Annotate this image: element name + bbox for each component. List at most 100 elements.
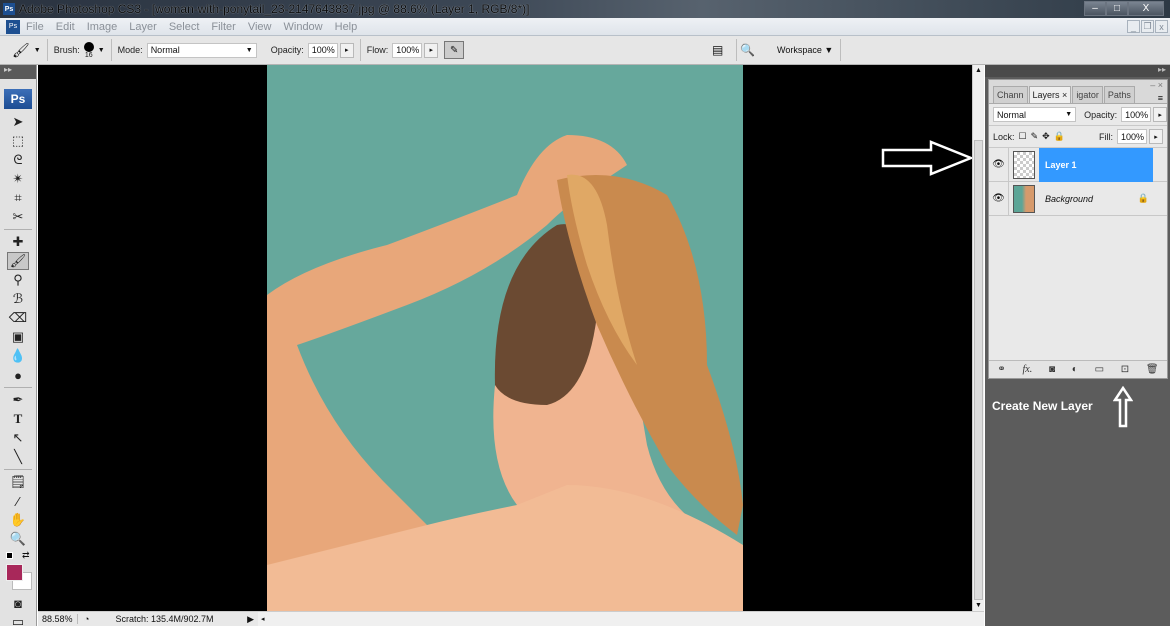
workspace-menu[interactable]: Workspace ▼ bbox=[777, 45, 833, 55]
zoom-level[interactable]: 88.58% bbox=[38, 614, 78, 624]
tab-navigator[interactable]: igator bbox=[1072, 86, 1103, 103]
doc-restore-button[interactable]: ❐ bbox=[1141, 20, 1154, 33]
screen-mode-icon[interactable]: ▭ bbox=[7, 613, 29, 631]
bridge-icon[interactable]: 🔍 bbox=[740, 43, 755, 57]
layer-row[interactable]: 👁 Layer 1 bbox=[989, 147, 1167, 182]
vertical-scroll-thumb[interactable] bbox=[974, 140, 983, 600]
panel-menu-icon[interactable]: ≡ bbox=[1158, 93, 1163, 103]
layer-opacity-slider-button[interactable]: ▸ bbox=[1153, 107, 1167, 122]
marquee-tool-icon[interactable]: ⬚ bbox=[7, 132, 29, 150]
menu-image[interactable]: Image bbox=[87, 21, 118, 33]
layer-name[interactable]: Background bbox=[1039, 194, 1093, 204]
eraser-tool-icon[interactable]: ⌫ bbox=[7, 309, 29, 327]
document-canvas[interactable] bbox=[38, 65, 973, 611]
preset-dropdown-icon[interactable]: ▼ bbox=[34, 47, 41, 54]
hand-tool-icon[interactable]: ✋ bbox=[7, 511, 29, 529]
flow-input[interactable]: 100% bbox=[392, 42, 423, 58]
foreground-color-swatch[interactable] bbox=[6, 564, 23, 581]
doc-minimize-button[interactable]: _ bbox=[1127, 20, 1140, 33]
minimize-button[interactable]: – bbox=[1084, 1, 1106, 16]
eyedropper-tool-icon[interactable]: ⁄ bbox=[7, 492, 29, 510]
zoom-tool-icon[interactable]: 🔍 bbox=[7, 530, 29, 548]
dodge-tool-icon[interactable]: ● bbox=[7, 366, 29, 384]
delete-layer-icon[interactable]: 🗑 bbox=[1146, 364, 1159, 375]
layer-row[interactable]: 👁 Background 🔒 bbox=[989, 181, 1167, 216]
blur-tool-icon[interactable]: 💧 bbox=[7, 347, 29, 365]
layer-style-fx-icon[interactable]: fx. bbox=[1023, 364, 1033, 375]
magic-wand-tool-icon[interactable]: ✴ bbox=[7, 170, 29, 188]
layer-name[interactable]: Layer 1 bbox=[1045, 160, 1077, 170]
menu-filter[interactable]: Filter bbox=[211, 21, 235, 33]
swap-colors-icon[interactable]: ⇄ bbox=[22, 550, 30, 561]
brush-tool-preset-icon[interactable]: 🖌 bbox=[12, 42, 30, 59]
flow-slider-button[interactable]: ▸ bbox=[424, 42, 439, 58]
menu-help[interactable]: Help bbox=[335, 21, 358, 33]
visibility-eye-icon[interactable]: 👁 bbox=[989, 147, 1009, 182]
scroll-down-icon[interactable]: ▼ bbox=[973, 602, 984, 609]
dock-grip[interactable]: ▸▸ bbox=[985, 65, 1170, 77]
tab-channels[interactable]: Chann bbox=[993, 86, 1028, 103]
horizontal-scrollbar[interactable]: ◂ bbox=[258, 611, 984, 626]
scroll-up-icon[interactable]: ▲ bbox=[973, 67, 984, 74]
quick-mask-icon[interactable]: ◙ bbox=[7, 594, 29, 612]
default-colors-icon[interactable] bbox=[6, 552, 13, 559]
add-mask-icon[interactable]: ◙ bbox=[1049, 364, 1055, 375]
fill-input[interactable]: 100% bbox=[1117, 129, 1147, 144]
menu-edit[interactable]: Edit bbox=[56, 21, 75, 33]
line-tool-icon[interactable]: ╲ bbox=[7, 448, 29, 466]
clone-stamp-tool-icon[interactable]: ⚲ bbox=[7, 271, 29, 289]
status-preview-icon[interactable]: ◔ bbox=[84, 614, 89, 624]
status-menu-arrow-icon[interactable]: ▶ bbox=[247, 614, 254, 625]
lock-image-icon[interactable]: ✎ bbox=[1031, 131, 1039, 142]
tab-paths[interactable]: Paths bbox=[1103, 86, 1135, 103]
menu-select[interactable]: Select bbox=[169, 21, 200, 33]
healing-brush-tool-icon[interactable]: ✚ bbox=[7, 233, 29, 251]
fill-slider-button[interactable]: ▸ bbox=[1149, 129, 1163, 144]
scroll-left-icon[interactable]: ◂ bbox=[261, 616, 265, 623]
slice-tool-icon[interactable]: ✂ bbox=[7, 208, 29, 226]
menu-window[interactable]: Window bbox=[284, 21, 323, 33]
opacity-input[interactable]: 100% bbox=[307, 42, 338, 58]
adjustment-layer-icon[interactable]: ◐ bbox=[1072, 364, 1078, 375]
palette-well-icon[interactable]: ▤ bbox=[712, 43, 723, 57]
gradient-tool-icon[interactable]: ▣ bbox=[7, 328, 29, 346]
layer-opacity-input[interactable]: 100% bbox=[1121, 107, 1152, 122]
mode-value: Normal bbox=[150, 45, 180, 55]
maximize-button[interactable]: □ bbox=[1106, 1, 1128, 16]
lock-transparent-icon[interactable]: ☐ bbox=[1019, 131, 1027, 142]
brush-tool-icon[interactable]: 🖌 bbox=[7, 252, 29, 270]
opacity-slider-button[interactable]: ▸ bbox=[339, 42, 354, 58]
lock-position-icon[interactable]: ✥ bbox=[1042, 131, 1050, 142]
lock-all-icon[interactable]: 🔒 bbox=[1054, 131, 1065, 142]
vertical-scrollbar[interactable]: ▲ ▼ bbox=[972, 65, 984, 611]
visibility-eye-icon[interactable]: 👁 bbox=[989, 181, 1009, 216]
history-brush-tool-icon[interactable]: ℬ bbox=[7, 290, 29, 308]
document-icon[interactable]: Ps bbox=[6, 19, 20, 34]
notes-tool-icon[interactable]: 🗒 bbox=[7, 473, 29, 491]
brush-picker[interactable]: 16 bbox=[83, 41, 94, 59]
path-selection-tool-icon[interactable]: ↖ bbox=[7, 429, 29, 447]
panel-close-icon[interactable]: – × bbox=[1150, 80, 1163, 90]
move-tool-icon[interactable]: ➤ bbox=[7, 113, 29, 131]
crop-tool-icon[interactable]: ⌗ bbox=[7, 189, 29, 207]
create-new-layer-icon[interactable]: ⊡ bbox=[1121, 364, 1129, 375]
blend-mode-select[interactable]: Normal ▼ bbox=[993, 107, 1077, 122]
brush-dropdown-icon[interactable]: ▼ bbox=[98, 47, 105, 54]
link-layers-icon[interactable]: ⚭ bbox=[997, 364, 1005, 375]
mode-label: Mode: bbox=[117, 45, 143, 55]
new-group-icon[interactable]: ▭ bbox=[1095, 364, 1104, 375]
close-button[interactable]: X bbox=[1128, 1, 1164, 16]
menu-layer[interactable]: Layer bbox=[129, 21, 157, 33]
menu-file[interactable]: File bbox=[26, 21, 44, 33]
doc-close-button[interactable]: x bbox=[1155, 20, 1168, 33]
lasso-tool-icon[interactable]: ᘓ bbox=[7, 151, 29, 169]
mode-select[interactable]: Normal ▼ bbox=[146, 42, 257, 58]
pen-tool-icon[interactable]: ✒ bbox=[7, 391, 29, 409]
ps-logo[interactable]: Ps bbox=[4, 89, 32, 109]
type-tool-icon[interactable]: T bbox=[7, 410, 29, 428]
tab-layers[interactable]: Layers × bbox=[1028, 86, 1072, 103]
airbrush-toggle-icon[interactable]: ✎ bbox=[444, 41, 465, 59]
toolbox-grip[interactable]: ▸▸ bbox=[0, 65, 36, 79]
menu-view[interactable]: View bbox=[248, 21, 272, 33]
options-bar: 🖌 ▼ Brush: 16 ▼ Mode: Normal ▼ Opacity: 1… bbox=[0, 36, 1170, 65]
